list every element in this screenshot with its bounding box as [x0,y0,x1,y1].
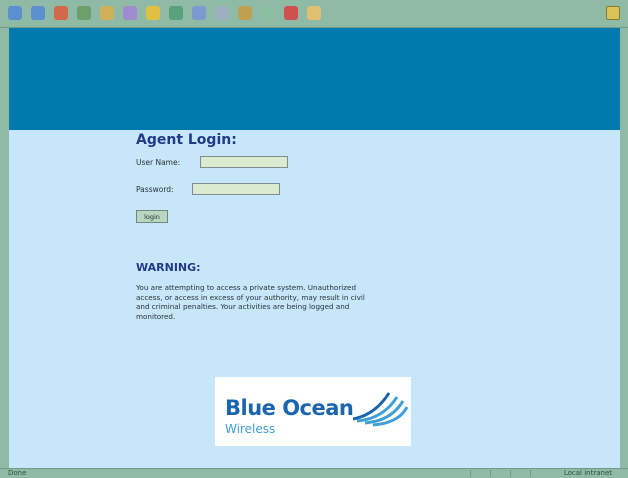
status-divider [490,470,491,477]
discuss-icon[interactable] [261,6,275,20]
page-title: Agent Login: [136,132,237,148]
browser-frame-left [0,28,9,468]
browser-toolbar [0,0,628,28]
password-label: Password: [136,185,174,194]
toolbar-right-area [606,6,620,20]
folder-icon[interactable] [307,6,321,20]
back-icon[interactable] [8,6,22,20]
username-label: User Name: [136,158,181,167]
status-divider [510,470,511,477]
password-field[interactable] [192,183,280,195]
status-divider [530,470,531,477]
logo-subtitle: Wireless [225,422,276,436]
mail-icon[interactable] [192,6,206,20]
wave-icon [353,392,409,427]
logo-name: Blue Ocean [225,396,354,420]
blue-ocean-logo: Blue Ocean Wireless [215,377,411,446]
history-icon[interactable] [169,6,183,20]
status-divider [470,470,471,477]
refresh-icon[interactable] [77,6,91,20]
warning-text: You are attempting to access a private s… [136,283,365,321]
edit-icon[interactable] [238,6,252,20]
home-icon[interactable] [100,6,114,20]
forward-icon[interactable] [31,6,45,20]
stop-icon[interactable] [54,6,68,20]
username-field[interactable] [200,156,288,168]
status-bar: Done Local intranet [0,468,628,478]
status-text: Done [8,469,27,477]
search-icon[interactable] [123,6,137,20]
ie-logo-icon [606,6,620,20]
print-icon[interactable] [215,6,229,20]
header-banner [9,28,620,130]
browser-frame-right [620,28,628,468]
warning-title: WARNING: [136,261,201,274]
favorites-icon[interactable] [146,6,160,20]
login-button[interactable]: login [136,210,168,223]
zone-text: Local intranet [563,469,612,477]
messenger-icon[interactable] [284,6,298,20]
